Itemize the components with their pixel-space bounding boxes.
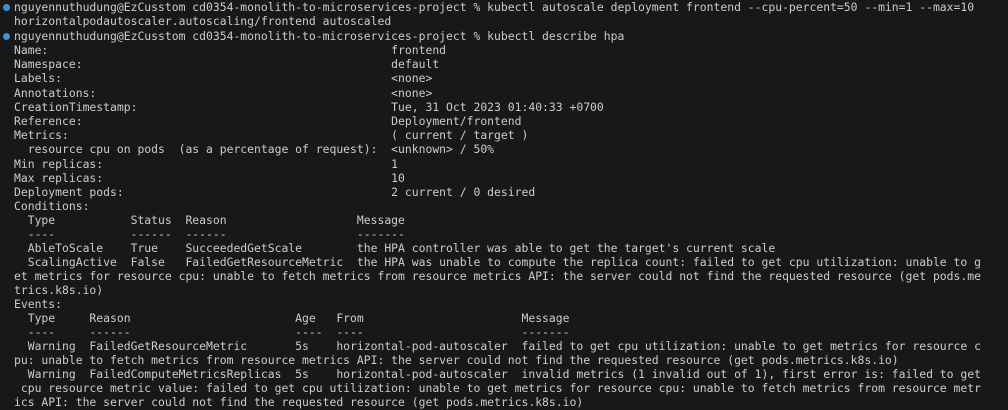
output-line: Reference: Deployment/frontend xyxy=(14,114,522,128)
output-line: ScalingActive False FailedGetResourceMet… xyxy=(14,255,981,269)
output-line: Deployment pods: 2 current / 0 desired xyxy=(14,185,536,199)
output-line: cpu resource metric value: failed to get… xyxy=(14,381,981,395)
output-line: trics.k8s.io) xyxy=(14,283,104,297)
prompt-marker-icon xyxy=(3,4,10,11)
output-line: ---- ------ ------ ------- xyxy=(14,227,405,241)
output-line: Type Status Reason Message xyxy=(14,213,405,227)
output-line: resource cpu on pods (as a percentage of… xyxy=(14,142,495,156)
command-line-autoscale: nguyennuthudung@EzCusstom cd0354-monolit… xyxy=(14,0,975,14)
output-line: Warning FailedComputeMetricsReplicas 5s … xyxy=(14,367,981,381)
command-line-describe: nguyennuthudung@EzCusstom cd0354-monolit… xyxy=(14,29,625,43)
output-line: Conditions: xyxy=(14,199,90,213)
output-line: Type Reason Age From Message xyxy=(14,311,570,325)
output-line: horizontalpodautoscaler.autoscaling/fron… xyxy=(14,14,392,28)
output-line: Annotations: <none> xyxy=(14,86,433,100)
output-line: ics API: the server could not find the r… xyxy=(14,395,584,409)
output-line: Name: frontend xyxy=(14,43,447,57)
output-line: Metrics: ( current / target ) xyxy=(14,128,529,142)
output-line: ---- ------ ---- ---- ------- xyxy=(14,325,570,339)
output-line: et metrics for resource cpu: unable to f… xyxy=(14,269,981,283)
output-line: Events: xyxy=(14,297,63,311)
output-line: AbleToScale True SucceededGetScale the H… xyxy=(14,241,776,255)
output-line: Max replicas: 10 xyxy=(14,171,405,185)
output-line: pu: unable to fetch metrics from resourc… xyxy=(14,353,899,367)
output-line: Namespace: default xyxy=(14,57,440,71)
output-line: Warning FailedGetResourceMetric 5s horiz… xyxy=(14,339,981,353)
prompt-marker-icon xyxy=(3,33,10,40)
output-line: Labels: <none> xyxy=(14,71,433,85)
output-line: CreationTimestamp: Tue, 31 Oct 2023 01:4… xyxy=(14,100,604,114)
terminal-window[interactable]: nguyennuthudung@EzCusstom cd0354-monolit… xyxy=(0,0,1008,410)
output-line: Min replicas: 1 xyxy=(14,157,399,171)
